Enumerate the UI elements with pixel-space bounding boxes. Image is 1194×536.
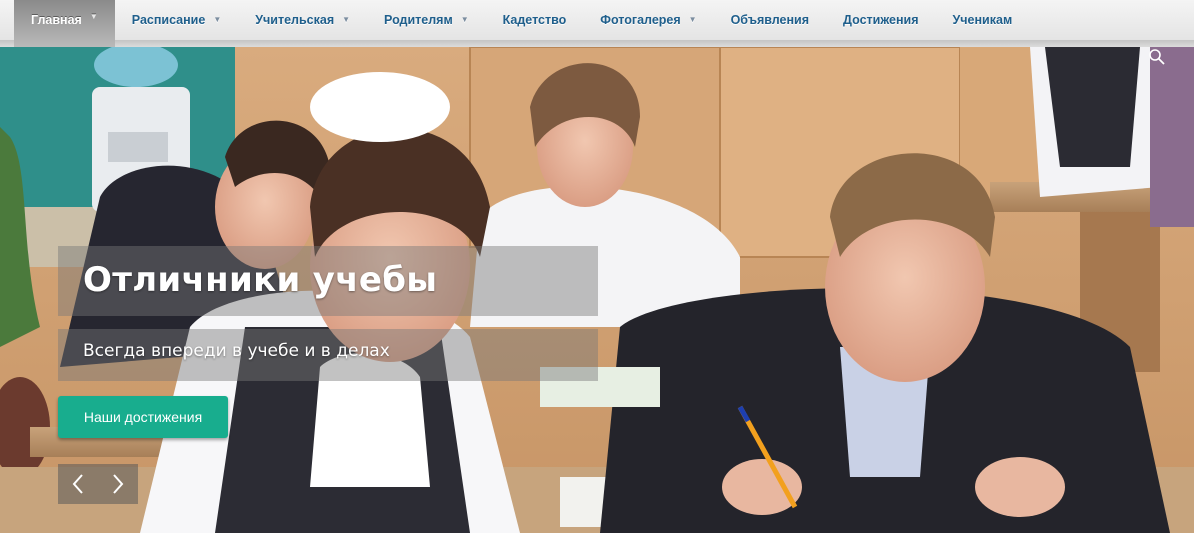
search-icon[interactable]	[1148, 48, 1166, 66]
nav-item-achievements[interactable]: Достижения	[826, 0, 935, 40]
slide-subtitle-box: Всегда впереди в учебе и в делах	[58, 329, 598, 381]
chevron-down-icon: ▼	[688, 14, 697, 24]
nav-item-parents[interactable]: Родителям ▼	[367, 0, 486, 40]
slide-subtitle: Всегда впереди в учебе и в делах	[83, 341, 390, 361]
nav-item-label: Объявления	[730, 13, 810, 27]
hero-slider: Отличники учебы Всегда впереди в учебе и…	[0, 47, 1194, 533]
nav-item-cadets[interactable]: Кадетство	[486, 0, 584, 40]
chevron-left-icon	[72, 474, 83, 494]
nav-item-label: Главная	[31, 13, 82, 27]
nav-item-students[interactable]: Ученикам	[936, 0, 1030, 40]
chevron-down-icon: ▼	[342, 14, 351, 24]
nav-underline	[0, 40, 1194, 47]
nav-item-label: Достижения	[843, 13, 919, 27]
nav-item-label: Расписание	[131, 13, 206, 27]
main-navbar: Главная ▼ Расписание ▼ Учительская ▼ Родите…	[0, 0, 1194, 47]
nav-item-label: Ученикам	[952, 13, 1013, 27]
nav-item-photo-gallery[interactable]: Фотогалерея ▼	[583, 0, 713, 40]
chevron-right-icon	[113, 474, 124, 494]
nav-item-label: Фотогалерея	[600, 13, 681, 27]
nav-item-label: Кадетство	[502, 13, 567, 27]
chevron-down-icon: ▼	[460, 14, 469, 24]
slide-title-box: Отличники учебы	[58, 246, 598, 316]
nav-item-label: Учительская	[255, 13, 335, 27]
chevron-down-icon: ▼	[89, 12, 98, 21]
slider-prev-button[interactable]	[58, 464, 98, 504]
slide-title: Отличники учебы	[83, 260, 438, 300]
achievements-button[interactable]: Наши достижения	[58, 396, 228, 438]
nav-item-announcements[interactable]: Объявления	[714, 0, 826, 40]
slider-controls	[58, 464, 138, 504]
nav-item-home[interactable]: Главная ▼	[14, 0, 115, 47]
nav-item-label: Родителям	[384, 13, 453, 27]
nav-item-schedule[interactable]: Расписание ▼	[115, 0, 238, 40]
chevron-down-icon: ▼	[213, 14, 222, 24]
slider-next-button[interactable]	[98, 464, 138, 504]
nav-list: Главная ▼ Расписание ▼ Учительская ▼ Родите…	[0, 0, 1194, 47]
nav-item-teachers[interactable]: Учительская ▼	[238, 0, 367, 40]
